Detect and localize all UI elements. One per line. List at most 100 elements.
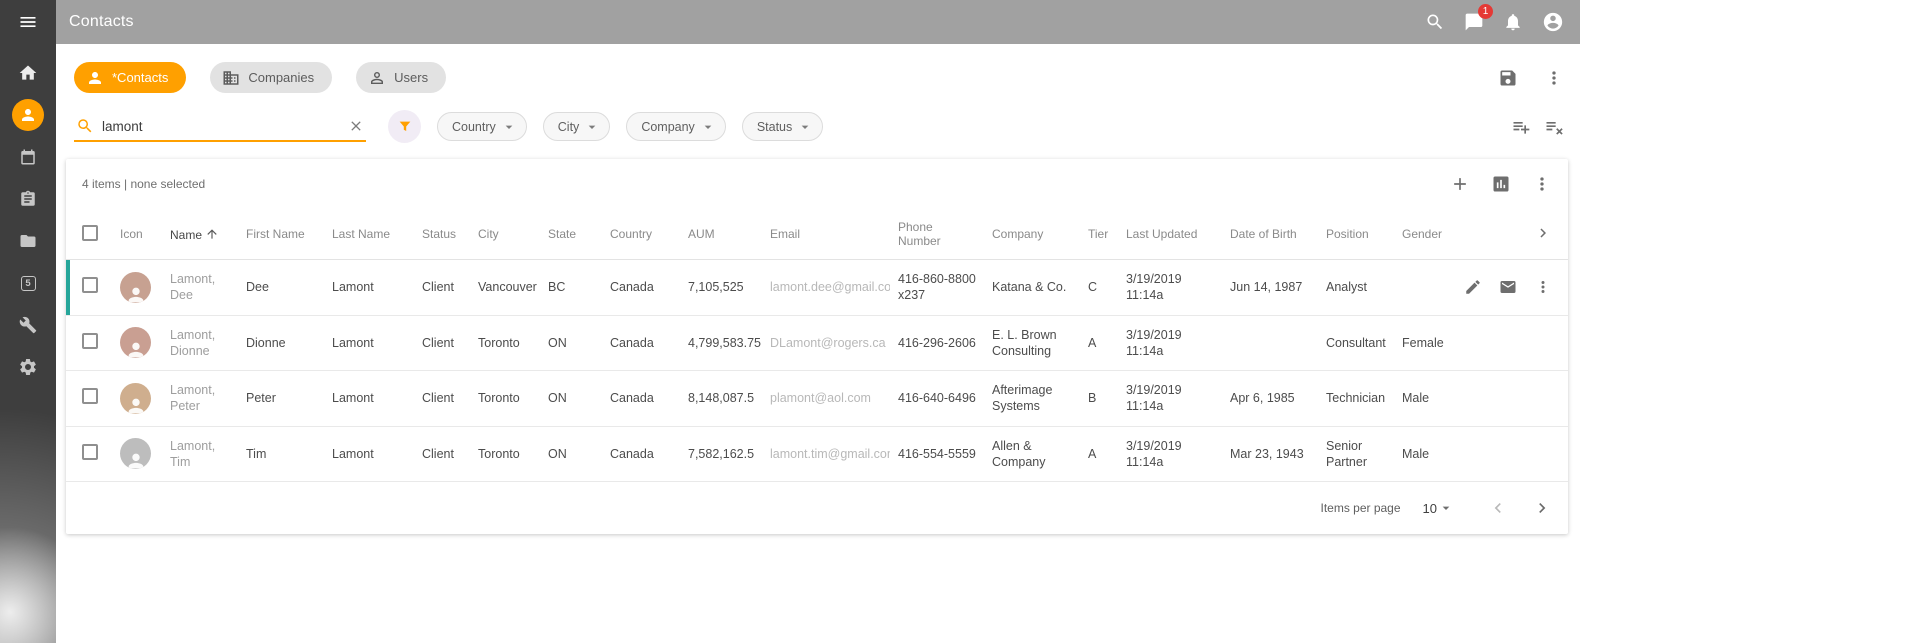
search-box [74,111,366,142]
next-page-icon[interactable] [1532,498,1552,518]
cell-city: Toronto [470,315,540,371]
chevron-down-icon [584,119,600,135]
col-gender[interactable]: Gender [1394,209,1466,260]
menu-icon[interactable] [0,0,56,44]
cell-email: plamont@aol.com [762,371,890,427]
add-contact-icon[interactable] [1450,174,1470,194]
cell-name: Lamont, Peter [162,371,238,427]
col-first-name[interactable]: First Name [238,209,324,260]
col-aum[interactable]: AUM [680,209,762,260]
filter-company[interactable]: Company [626,112,726,141]
col-country[interactable]: Country [602,209,680,260]
col-email[interactable]: Email [762,209,890,260]
col-last-name[interactable]: Last Name [324,209,414,260]
row-checkbox[interactable] [82,444,98,460]
filter-city[interactable]: City [543,112,611,141]
table-toolbar: 4 items | none selected [66,159,1568,209]
row-checkbox[interactable] [82,333,98,349]
chevron-down-icon [501,119,517,135]
row-checkbox[interactable] [82,277,98,293]
tab-users[interactable]: Users [356,62,446,93]
account-icon[interactable] [1542,11,1564,33]
sidebar-item-tasks[interactable] [12,183,44,215]
clear-search-icon[interactable] [348,118,364,134]
cell-first-name: Dee [238,260,324,316]
chart-view-icon[interactable] [1491,174,1511,194]
contacts-table-card: 4 items | none selected [66,159,1568,534]
tab-contacts[interactable]: *Contacts [74,62,186,93]
sidebar-item-home[interactable] [12,57,44,89]
cell-name: Lamont, Dee [162,260,238,316]
cell-city: Vancouver [470,260,540,316]
notifications-icon[interactable] [1503,12,1523,32]
table-more-icon[interactable] [1532,174,1552,194]
topbar: Contacts 1 [56,0,1580,44]
cell-phone: 416-640-6496 [890,371,984,427]
prev-page-icon[interactable] [1488,498,1508,518]
sidebar-item-contacts[interactable] [12,99,44,131]
cell-last-updated: 3/19/2019 11:14a [1118,426,1222,482]
cell-last-name: Lamont [324,315,414,371]
cell-last-name: Lamont [324,426,414,482]
row-checkbox[interactable] [82,388,98,404]
col-phone[interactable]: Phone Number [890,209,984,260]
add-filter-icon[interactable] [1511,117,1531,137]
table-row[interactable]: Lamont, Dee Dee Lamont Client Vancouver … [66,260,1568,316]
cell-name: Lamont, Dionne [162,315,238,371]
filter-status[interactable]: Status [742,112,823,141]
col-company[interactable]: Company [984,209,1080,260]
filter-country-label: Country [452,120,496,134]
filter-country[interactable]: Country [437,112,527,141]
edit-icon[interactable] [1466,278,1482,296]
col-name[interactable]: Name [162,209,238,260]
col-last-updated[interactable]: Last Updated [1118,209,1222,260]
messages-icon[interactable]: 1 [1464,12,1484,32]
cell-phone: 416-860-8800 x237 [890,260,984,316]
cell-position: Consultant [1318,315,1394,371]
filter-funnel-icon[interactable] [388,110,421,143]
tab-companies[interactable]: Companies [210,62,332,93]
col-position[interactable]: Position [1318,209,1394,260]
col-state[interactable]: State [540,209,602,260]
page-size-value: 10 [1423,501,1437,516]
pagination-bar: Items per page 10 [66,482,1568,534]
table-row[interactable]: Lamont, Dionne Dionne Lamont Client Toro… [66,315,1568,371]
cell-status: Client [414,260,470,316]
sidebar-item-settings[interactable] [12,351,44,383]
cell-aum: 4,799,583.75 [680,315,762,371]
cell-tier: C [1080,260,1118,316]
table-row[interactable]: Lamont, Peter Peter Lamont Client Toront… [66,371,1568,427]
cell-state: ON [540,426,602,482]
sidebar-item-tools[interactable] [12,309,44,341]
cell-company: Katana & Co. [984,260,1080,316]
cell-position: Technician [1318,371,1394,427]
select-all-checkbox[interactable] [82,225,98,241]
save-view-icon[interactable] [1498,68,1518,88]
search-input[interactable] [102,119,340,134]
cell-country: Canada [602,426,680,482]
cell-city: Toronto [470,371,540,427]
sidebar-nav: 5 [12,57,44,383]
page-size-select[interactable]: 10 [1423,500,1454,516]
cell-state: ON [540,315,602,371]
tab-contacts-label: *Contacts [112,70,168,85]
col-tier[interactable]: Tier [1080,209,1118,260]
col-status[interactable]: Status [414,209,470,260]
clear-filters-icon[interactable] [1544,117,1564,137]
global-search-icon[interactable] [1425,12,1445,32]
sidebar-item-calendar[interactable] [12,141,44,173]
email-icon[interactable] [1499,278,1517,296]
person-outline-icon [368,69,386,87]
row-more-icon[interactable] [1534,278,1552,296]
view-tabs-row: *Contacts Companies Users [74,62,1564,93]
tabs-more-icon[interactable] [1544,68,1564,88]
sidebar-item-five[interactable]: 5 [12,267,44,299]
messages-badge: 1 [1478,4,1493,19]
cell-first-name: Peter [238,371,324,427]
sidebar-item-documents[interactable] [12,225,44,257]
col-city[interactable]: City [470,209,540,260]
table-row[interactable]: Lamont, Tim Tim Lamont Client Toronto ON… [66,426,1568,482]
cell-date-of-birth [1222,315,1318,371]
scroll-columns-icon[interactable] [1534,224,1552,242]
col-date-of-birth[interactable]: Date of Birth [1222,209,1318,260]
